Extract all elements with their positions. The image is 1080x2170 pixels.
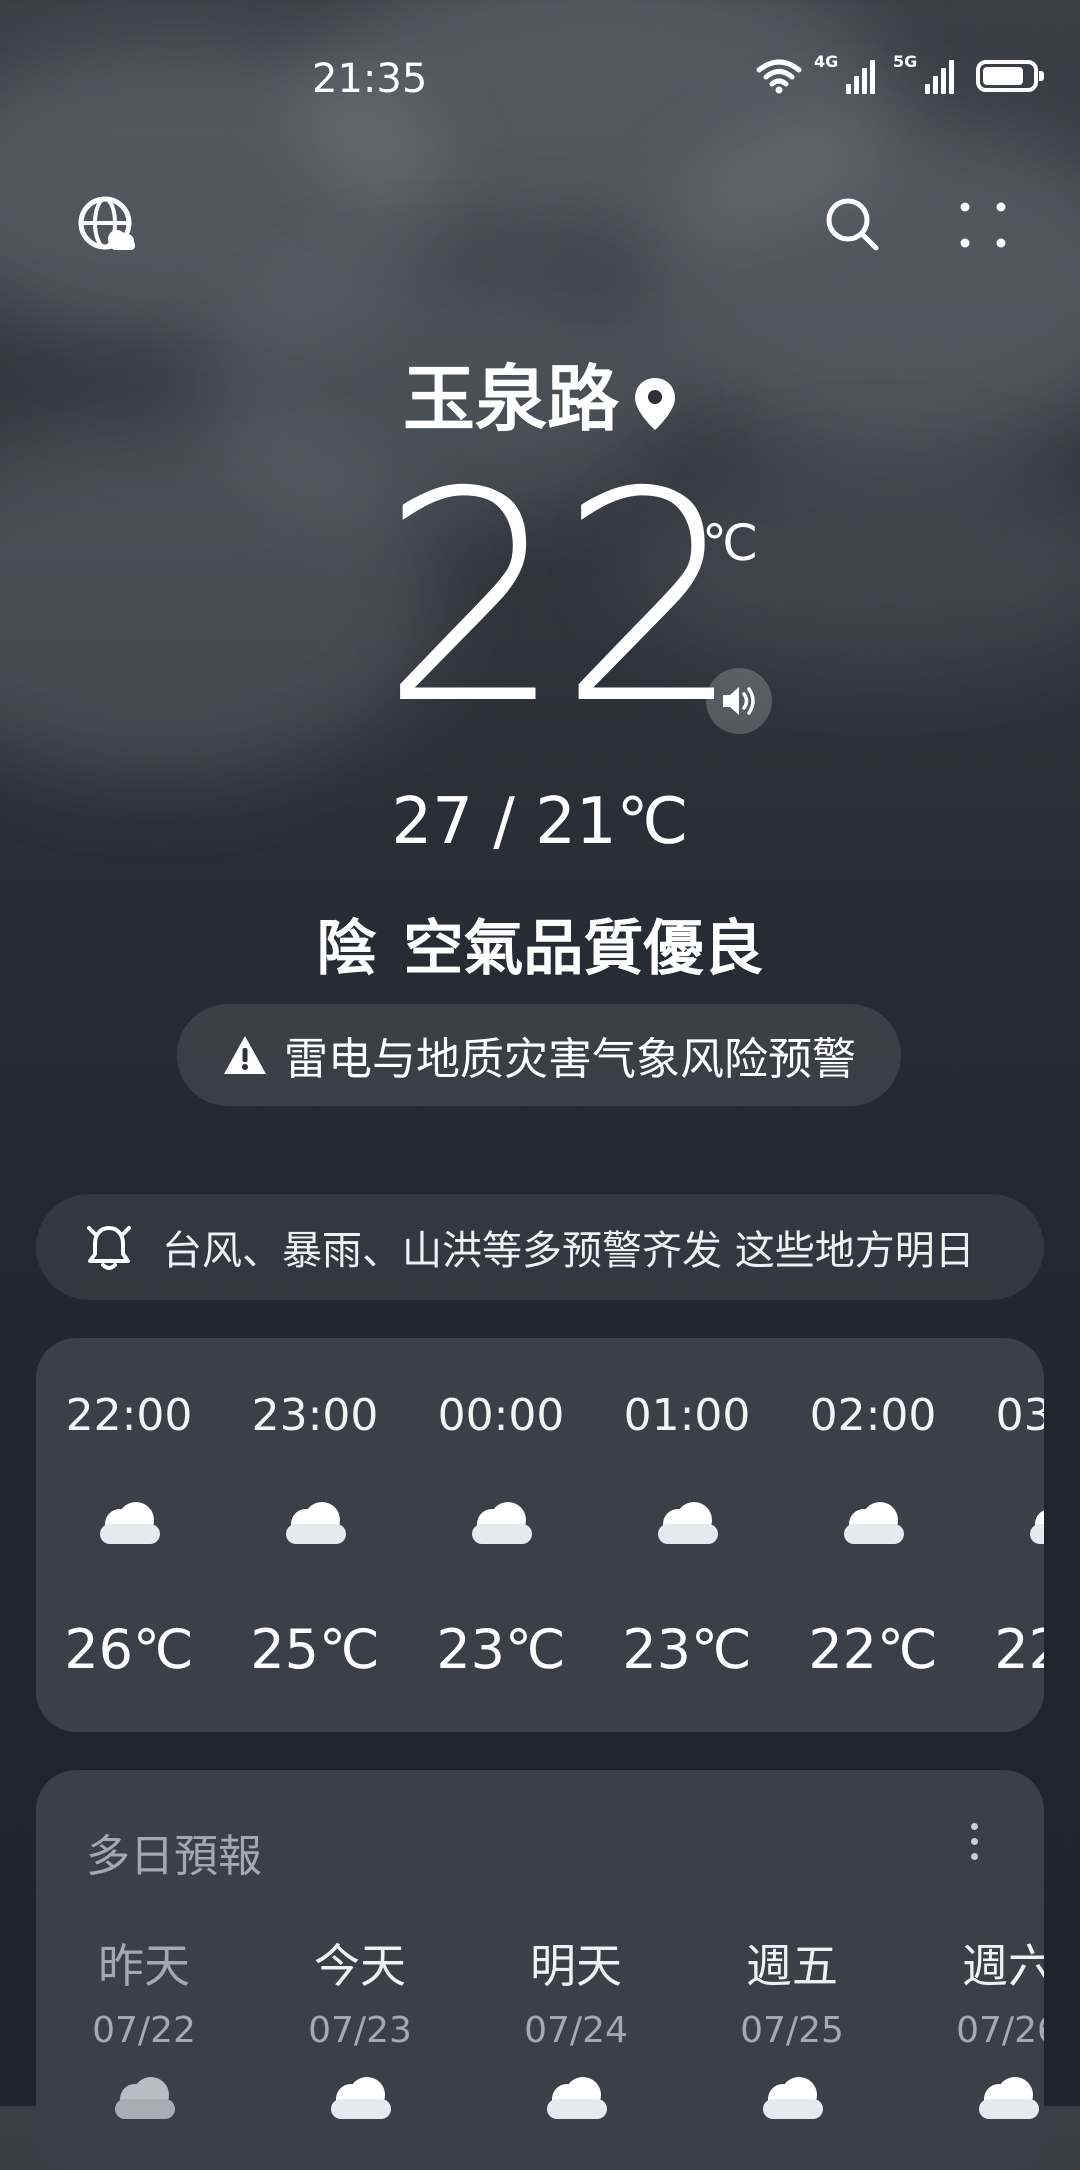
high-low-temperature: 27 / 21℃ [391, 785, 689, 859]
cloud-icon [472, 1502, 532, 1544]
hour-temp: 23℃ [622, 1618, 752, 1681]
globe-cloud-icon [78, 196, 135, 250]
hour-temp: 22℃ [994, 1618, 1044, 1681]
day-name: 週五 [746, 1939, 838, 1993]
voice-broadcast-button[interactable] [706, 668, 772, 734]
hour-time: 00:00 [437, 1390, 565, 1441]
forecast-title: 多日預報 [86, 1831, 262, 1882]
forecast-day[interactable]: 週五 07/25 [684, 1930, 900, 2123]
hour-temp: 23℃ [436, 1618, 566, 1681]
forecast-day[interactable]: 今天 07/23 [252, 1930, 468, 2123]
multi-day-forecast-card[interactable]: 多日預報 昨天 07/22 今天 07/23 明天 07/24 週五 07/25… [36, 1770, 1044, 2170]
weather-alert-pill[interactable]: 雷电与地质灾害气象风险预警 [177, 1004, 901, 1106]
news-ticker[interactable]: 台风、暴雨、山洪等多预警齐发 这些地方明日 [36, 1194, 1044, 1300]
battery-icon [976, 60, 1044, 92]
cloud-icon [115, 2077, 175, 2119]
day-date: 07/24 [524, 2010, 628, 2051]
search-icon [826, 198, 879, 251]
cloud-icon [331, 2077, 391, 2119]
cloud-icon [547, 2077, 607, 2119]
more-menu-button[interactable] [948, 190, 1018, 260]
forecast-more-button[interactable] [954, 1816, 994, 1866]
more-dots-icon [960, 202, 1006, 248]
bell-icon [87, 1226, 131, 1270]
day-name: 今天 [314, 1939, 406, 1993]
day-name: 明天 [530, 1939, 622, 1993]
day-date: 07/23 [308, 2010, 412, 2051]
temperature-unit: ℃ [702, 514, 759, 572]
city-management-button[interactable] [72, 190, 142, 260]
current-temperature: 22 [380, 431, 743, 768]
cloud-icon [844, 1502, 904, 1544]
weather-condition-aqi[interactable]: 陰 空氣品質優良 [0, 900, 1080, 987]
hour-time: 01:00 [623, 1390, 751, 1441]
forecast-day[interactable]: 週六 07/26 [900, 1930, 1044, 2123]
day-date: 07/26 [956, 2010, 1044, 2051]
location-name: 玉泉路 [402, 357, 619, 441]
hour-time: 22:00 [65, 1390, 193, 1441]
warning-icon [224, 1036, 266, 1074]
hour-time: 23:00 [251, 1390, 379, 1441]
day-name: 昨天 [98, 1939, 190, 1993]
location-title[interactable]: 玉泉路 [0, 340, 1080, 445]
wifi-icon [756, 59, 802, 94]
signal-5g-icon: 5G [893, 52, 954, 94]
hour-time: 03:00 [995, 1390, 1044, 1441]
hour-time: 02:00 [809, 1390, 937, 1441]
day-name: 週六 [962, 1939, 1044, 1993]
forecast-day[interactable]: 昨天 07/22 [36, 1930, 252, 2123]
cloud-icon [100, 1502, 160, 1544]
cloud-icon [658, 1502, 718, 1544]
status-time: 21:35 [312, 56, 428, 102]
day-date: 07/22 [92, 2010, 196, 2051]
location-pin-icon [635, 378, 675, 431]
cloud-icon [1030, 1510, 1044, 1544]
search-button[interactable] [818, 190, 888, 260]
forecast-day[interactable]: 明天 07/24 [468, 1930, 684, 2123]
cloud-icon [763, 2077, 823, 2119]
alert-text: 雷电与地质灾害气象风险预警 [284, 1034, 856, 1085]
status-bar: 21:35 4G 5G [0, 52, 1080, 112]
cloud-icon [979, 2077, 1039, 2119]
status-icons: 4G 5G [756, 52, 1044, 94]
cloud-icon [286, 1502, 346, 1544]
hour-temp: 22℃ [808, 1618, 938, 1681]
hourly-forecast-card[interactable]: 22:00 26℃ 23:00 25℃ 00:00 23℃ 01:00 23℃ … [36, 1338, 1044, 1732]
news-headline: 台风、暴雨、山洪等多预警齐发 这些地方明日 [162, 1228, 975, 1274]
day-date: 07/25 [740, 2010, 844, 2051]
signal-4g-icon: 4G [814, 52, 875, 94]
hour-temp: 25℃ [250, 1618, 380, 1681]
speaker-icon [723, 687, 755, 715]
hour-temp: 26℃ [64, 1618, 194, 1681]
